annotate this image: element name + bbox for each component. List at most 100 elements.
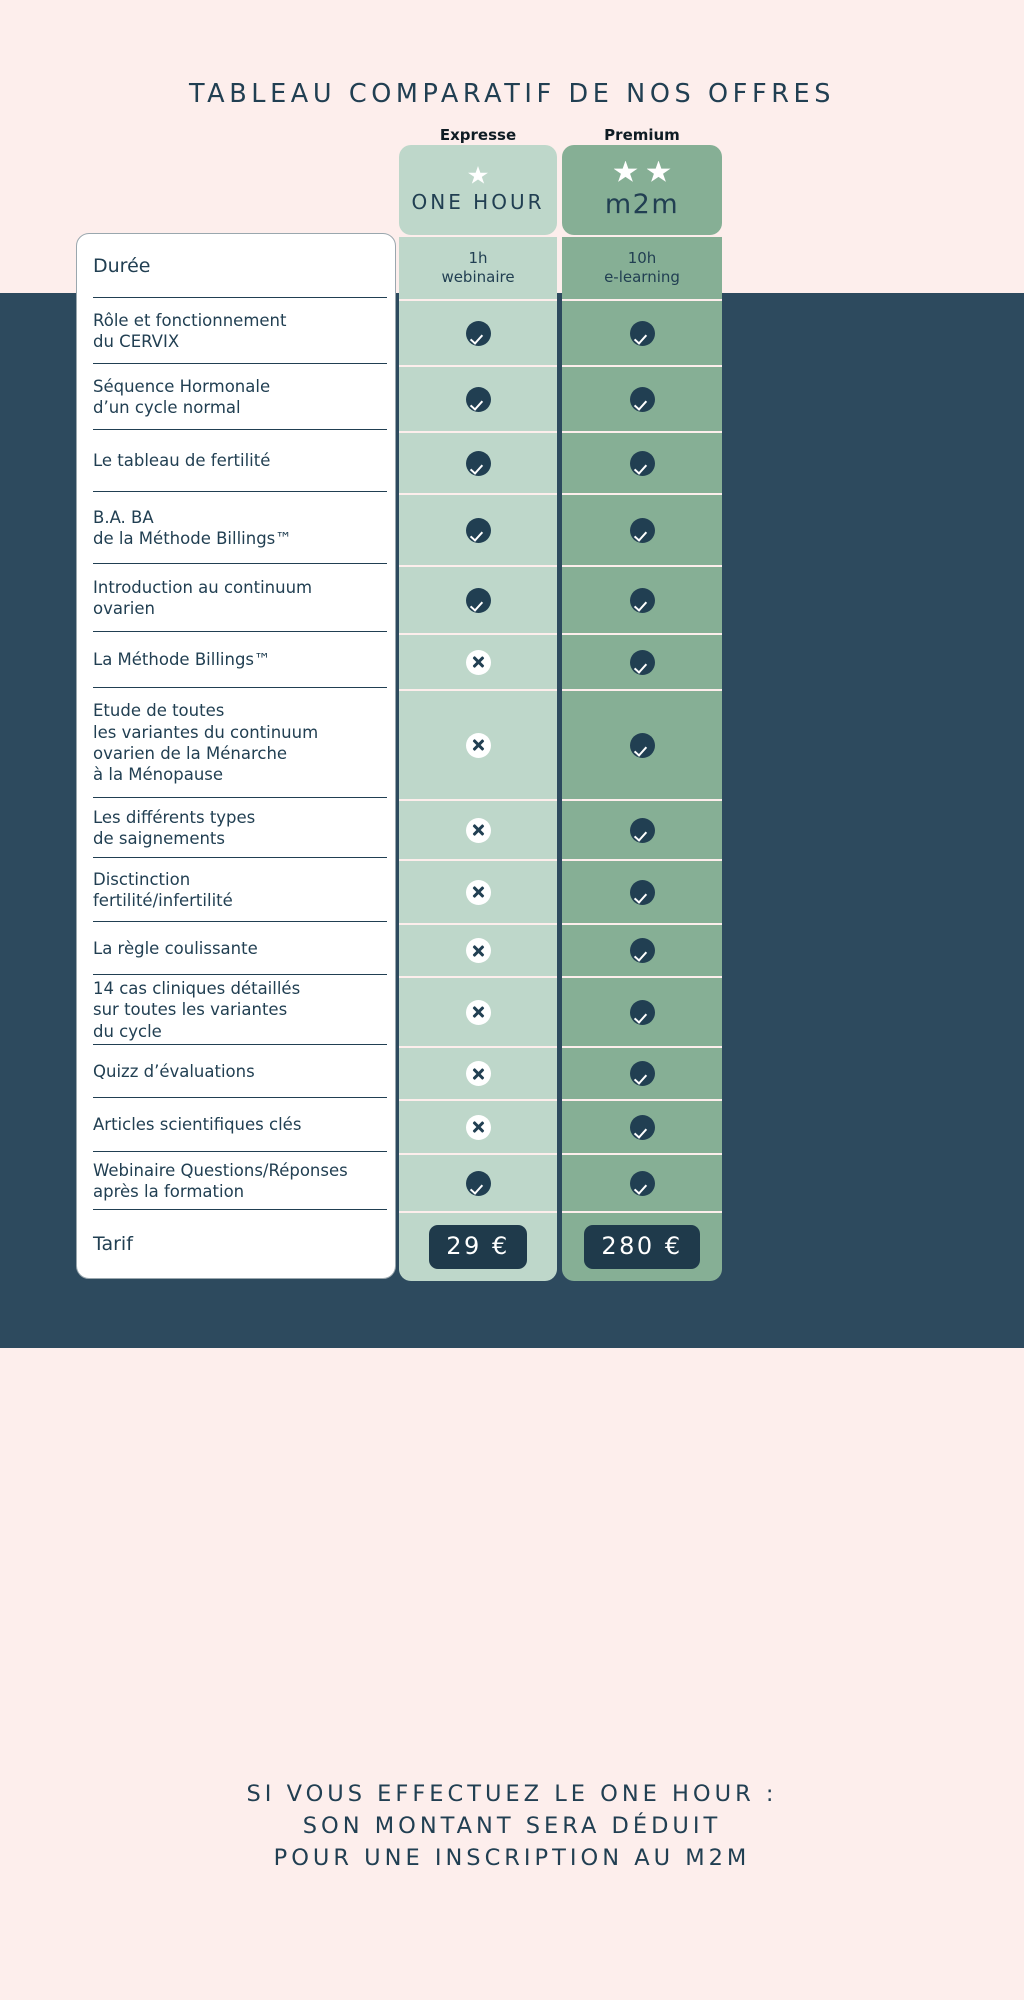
check-icon bbox=[465, 517, 491, 543]
star-icon bbox=[613, 160, 638, 182]
feature-label: La Méthode Billings™ bbox=[93, 650, 271, 670]
check-icon bbox=[465, 386, 491, 412]
footer-note: SI VOUS EFFECTUEZ LE ONE HOUR : SON MONTA… bbox=[0, 1779, 1024, 1875]
feature-label: Séquence Hormonale d’un cycle normal bbox=[93, 376, 271, 417]
check-icon bbox=[629, 1170, 655, 1196]
feature-label: Introduction au continuum ovarien bbox=[93, 577, 313, 618]
cross-icon bbox=[465, 1061, 491, 1086]
price-cell: 29 € bbox=[399, 1213, 557, 1281]
feature-row: Le tableau de fertilité bbox=[77, 430, 395, 492]
feature-label: Quizz d’évaluations bbox=[93, 1061, 255, 1081]
availability-cell bbox=[399, 301, 557, 367]
availability-cell bbox=[399, 433, 557, 495]
availability-cell bbox=[562, 691, 722, 801]
plan-label-premium: Premium bbox=[604, 126, 680, 144]
check-icon bbox=[465, 1170, 491, 1196]
footer-line: SI VOUS EFFECTUEZ LE ONE HOUR : bbox=[246, 1781, 778, 1807]
check-icon bbox=[629, 938, 655, 963]
check-icon bbox=[629, 817, 655, 843]
feature-row: B.A. BA de la Méthode Billings™ bbox=[77, 492, 395, 564]
check-icon bbox=[629, 1061, 655, 1086]
star-rating-icon bbox=[468, 166, 488, 185]
feature-label: Durée bbox=[93, 254, 151, 277]
duration-text: 10h e-learning bbox=[604, 248, 680, 286]
feature-row: La règle coulissante bbox=[77, 922, 395, 975]
price-cell: 280 € bbox=[562, 1213, 722, 1281]
feature-label: Le tableau de fertilité bbox=[93, 451, 271, 471]
availability-cell bbox=[562, 861, 722, 925]
check-icon bbox=[629, 587, 655, 613]
cross-icon bbox=[465, 732, 491, 758]
availability-cell bbox=[399, 1155, 557, 1213]
check-icon bbox=[465, 450, 491, 476]
check-icon bbox=[629, 879, 655, 905]
availability-cell bbox=[562, 1101, 722, 1155]
feature-list-panel: Durée Rôle et fonctionnement du CERVIX Séq… bbox=[76, 233, 396, 1279]
feature-row: 14 cas cliniques détaillés sur toutes le… bbox=[77, 975, 395, 1045]
feature-row: Introduction au continuum ovarien bbox=[77, 564, 395, 632]
cross-icon bbox=[465, 649, 491, 675]
cross-icon bbox=[465, 817, 491, 843]
check-icon bbox=[465, 320, 491, 346]
feature-label: B.A. BA de la Méthode Billings™ bbox=[93, 507, 292, 548]
star-icon bbox=[646, 160, 671, 182]
availability-cell bbox=[562, 367, 722, 433]
feature-label: Les différents types de saignements bbox=[93, 807, 256, 848]
availability-cell bbox=[399, 635, 557, 691]
feature-label: Webinaire Questions/Réponses après la fo… bbox=[93, 1160, 348, 1201]
feature-row: Articles scientifiques clés bbox=[77, 1098, 395, 1152]
availability-cell bbox=[562, 801, 722, 861]
feature-label: La règle coulissante bbox=[93, 938, 258, 958]
availability-cell bbox=[399, 495, 557, 567]
column-premium: 10h e-learning 280 € bbox=[562, 237, 722, 1281]
availability-cell bbox=[399, 861, 557, 925]
cross-icon bbox=[465, 879, 491, 905]
duration-cell: 1h webinaire bbox=[399, 237, 557, 301]
feature-row: Webinaire Questions/Réponses après la fo… bbox=[77, 1152, 395, 1210]
check-icon bbox=[629, 999, 655, 1025]
availability-cell bbox=[399, 1101, 557, 1155]
availability-cell bbox=[562, 495, 722, 567]
feature-row: Etude de toutes les variantes du continu… bbox=[77, 688, 395, 798]
duration-text: 1h webinaire bbox=[441, 248, 515, 286]
check-icon bbox=[629, 1114, 655, 1140]
availability-cell bbox=[562, 301, 722, 367]
cross-icon bbox=[465, 938, 491, 963]
feature-row: Durée bbox=[77, 234, 395, 298]
feature-row: Les différents types de saignements bbox=[77, 798, 395, 858]
cross-icon bbox=[465, 1114, 491, 1140]
feature-label: 14 cas cliniques détaillés sur toutes le… bbox=[93, 978, 301, 1041]
plan-label-expresse: Expresse bbox=[439, 126, 517, 144]
feature-label: Rôle et fonctionnement du CERVIX bbox=[93, 310, 287, 351]
feature-label: Disctinction fertilité/infertilité bbox=[93, 869, 233, 910]
check-icon bbox=[629, 450, 655, 476]
duration-cell: 10h e-learning bbox=[562, 237, 722, 301]
availability-cell bbox=[562, 567, 722, 635]
availability-cell bbox=[399, 925, 557, 978]
availability-cell bbox=[562, 433, 722, 495]
availability-cell bbox=[562, 1155, 722, 1213]
feature-row: Disctinction fertilité/infertilité bbox=[77, 858, 395, 922]
footer-line: SON MONTANT SERA DÉDUIT bbox=[302, 1812, 722, 1839]
availability-cell bbox=[399, 1048, 557, 1101]
star-icon bbox=[468, 166, 488, 184]
price-badge[interactable]: 29 € bbox=[429, 1225, 527, 1269]
availability-cell bbox=[399, 978, 557, 1048]
feature-row: Rôle et fonctionnement du CERVIX bbox=[77, 298, 395, 364]
availability-cell bbox=[399, 367, 557, 433]
feature-row: Séquence Hormonale d’un cycle normal bbox=[77, 364, 395, 430]
footer-line: POUR UNE INSCRIPTION AU M2M bbox=[273, 1844, 751, 1871]
availability-cell bbox=[399, 691, 557, 801]
check-icon bbox=[629, 732, 655, 758]
plan-card-one-hour[interactable]: ONE HOUR bbox=[399, 145, 557, 235]
check-icon bbox=[629, 320, 655, 346]
column-expresse: 1h webinaire 29 € bbox=[399, 237, 557, 1281]
feature-label: Tarif bbox=[93, 1232, 133, 1255]
availability-cell bbox=[399, 801, 557, 861]
feature-row: La Méthode Billings™ bbox=[77, 632, 395, 688]
plan-card-m2m[interactable]: m2m bbox=[562, 145, 722, 235]
check-icon bbox=[629, 386, 655, 412]
feature-label: Articles scientifiques clés bbox=[93, 1115, 302, 1135]
price-badge[interactable]: 280 € bbox=[584, 1225, 700, 1269]
check-icon bbox=[629, 517, 655, 543]
